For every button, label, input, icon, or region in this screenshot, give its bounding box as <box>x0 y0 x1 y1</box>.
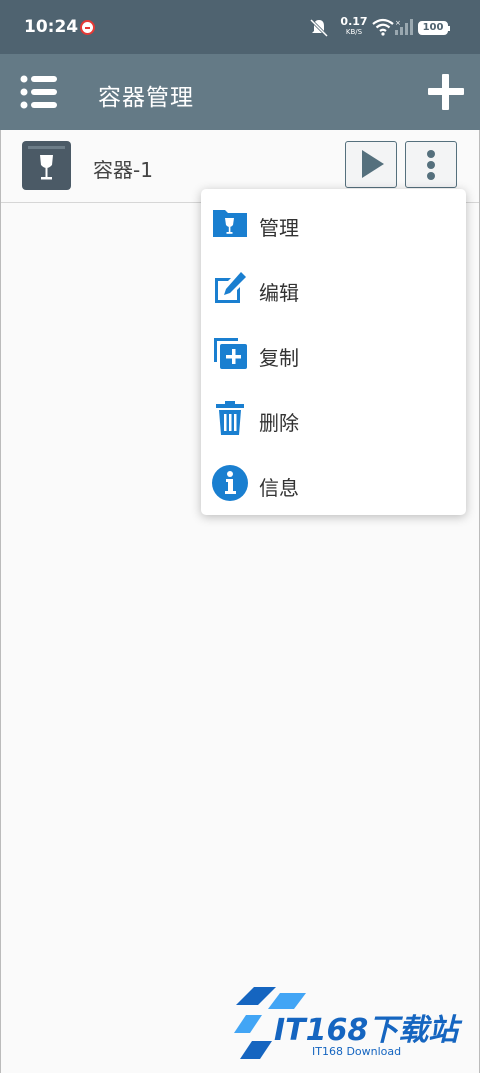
copy-icon <box>214 338 247 369</box>
svg-text:×: × <box>395 19 401 27</box>
edit-icon <box>215 272 246 303</box>
status-time: 10:24 <box>24 17 79 37</box>
bell-muted-icon <box>310 18 328 38</box>
folder-wine-icon <box>213 210 247 237</box>
watermark: IT168下载站 IT168 Download <box>232 985 472 1065</box>
add-container-button[interactable] <box>426 72 466 112</box>
more-vert-icon <box>427 150 435 158</box>
menu-item-label: 信息 <box>259 476 299 500</box>
menu-item-label: 管理 <box>259 216 299 240</box>
plus-icon <box>428 74 464 110</box>
play-icon <box>362 150 384 178</box>
menu-item-label: 复制 <box>259 346 299 370</box>
menu-button[interactable] <box>20 74 58 110</box>
net-speed-value: 0.17 <box>340 15 368 28</box>
trash-icon <box>216 401 244 435</box>
watermark-subtext: IT168 Download <box>312 1045 402 1058</box>
more-options-button[interactable] <box>405 141 457 188</box>
run-button[interactable] <box>345 141 397 188</box>
menu-item-info[interactable]: 信息 <box>201 452 466 512</box>
notification-icon <box>80 20 95 35</box>
menu-item-edit[interactable]: 编辑 <box>201 257 466 317</box>
battery-icon: 100 <box>418 21 450 35</box>
net-speed: 0.17 KB/S <box>338 15 370 37</box>
menu-item-label: 编辑 <box>259 281 299 305</box>
menu-item-label: 删除 <box>259 411 299 435</box>
page-title: 容器管理 <box>98 85 194 111</box>
watermark-text: IT168下载站 <box>274 1013 459 1048</box>
app-bar: 容器管理 <box>0 54 480 130</box>
menu-item-delete[interactable]: 删除 <box>201 387 466 447</box>
popup-menu: 管理 编辑 复制 删除 信息 <box>201 189 466 515</box>
net-speed-unit: KB/S <box>345 28 363 36</box>
menu-item-manage[interactable]: 管理 <box>201 192 466 252</box>
signal-icon: × <box>395 19 413 35</box>
status-bar: 10:24 0.17 KB/S × 100 <box>0 0 480 54</box>
list-menu-icon <box>20 75 57 109</box>
menu-item-copy[interactable]: 复制 <box>201 322 466 382</box>
container-name: 容器-1 <box>93 158 153 182</box>
page-border-left <box>0 130 1 1073</box>
container-icon <box>22 141 71 190</box>
info-icon <box>212 465 248 501</box>
wine-glass-icon <box>28 146 65 180</box>
wifi-icon <box>372 18 394 36</box>
